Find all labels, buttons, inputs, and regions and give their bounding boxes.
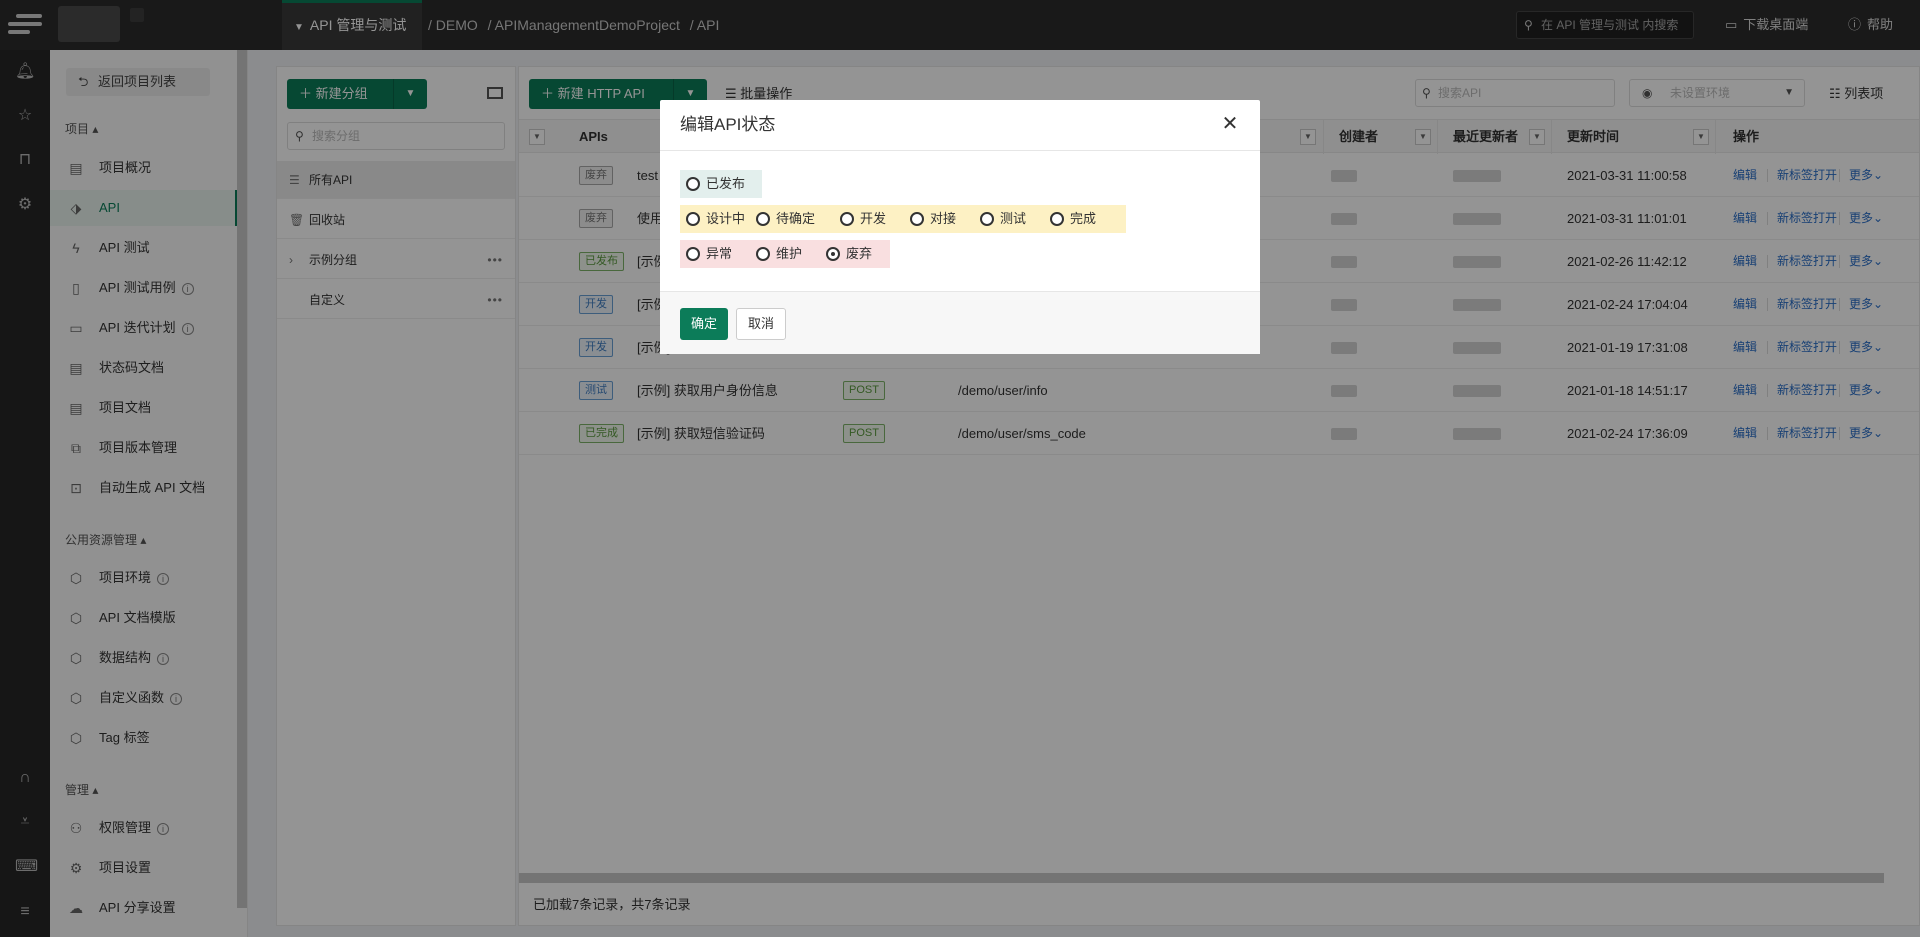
radio-circle — [686, 212, 700, 226]
radio-label: 异常 — [706, 246, 733, 261]
confirm-button[interactable]: 确定 — [680, 308, 728, 340]
dialog-footer: 确定 取消 — [660, 291, 1260, 354]
radio-developing[interactable]: 开发 — [836, 205, 886, 233]
edit-api-status-dialog: 编辑API状态 ✕ 已发布 设计中 待确定 开发 对接 测试 完成 异常 维护 … — [660, 100, 1260, 354]
radio-pending[interactable]: 待确定 — [752, 205, 815, 233]
radio-deprecated[interactable]: 废弃 — [822, 240, 872, 268]
radio-integrating[interactable]: 对接 — [906, 205, 956, 233]
radio-published[interactable]: 已发布 — [682, 170, 745, 198]
radio-circle-selected — [826, 247, 840, 261]
radio-label: 对接 — [930, 211, 957, 226]
radio-circle — [910, 212, 924, 226]
radio-testing[interactable]: 测试 — [976, 205, 1026, 233]
radio-circle — [686, 247, 700, 261]
radio-designing[interactable]: 设计中 — [682, 205, 745, 233]
radio-maintaining[interactable]: 维护 — [752, 240, 802, 268]
radio-label: 已发布 — [706, 176, 746, 191]
radio-done[interactable]: 完成 — [1046, 205, 1096, 233]
radio-abnormal[interactable]: 异常 — [682, 240, 732, 268]
radio-circle — [756, 212, 770, 226]
cancel-button[interactable]: 取消 — [736, 308, 786, 340]
status-group-abnormal: 异常 维护 废弃 — [680, 240, 890, 268]
radio-circle — [686, 177, 700, 191]
status-group-development: 设计中 待确定 开发 对接 测试 完成 — [680, 205, 1126, 233]
radio-circle — [980, 212, 994, 226]
radio-label: 完成 — [1070, 211, 1097, 226]
divider — [660, 150, 1260, 151]
close-icon[interactable]: ✕ — [1218, 112, 1242, 136]
radio-label: 待确定 — [776, 211, 816, 226]
dialog-title: 编辑API状态 — [680, 115, 776, 134]
radio-label: 设计中 — [706, 211, 746, 226]
radio-label: 开发 — [860, 211, 887, 226]
status-group-published: 已发布 — [680, 170, 762, 198]
radio-label: 废弃 — [846, 246, 873, 261]
radio-label: 维护 — [776, 246, 803, 261]
radio-circle — [756, 247, 770, 261]
radio-label: 测试 — [1000, 211, 1027, 226]
radio-circle — [1050, 212, 1064, 226]
radio-circle — [840, 212, 854, 226]
